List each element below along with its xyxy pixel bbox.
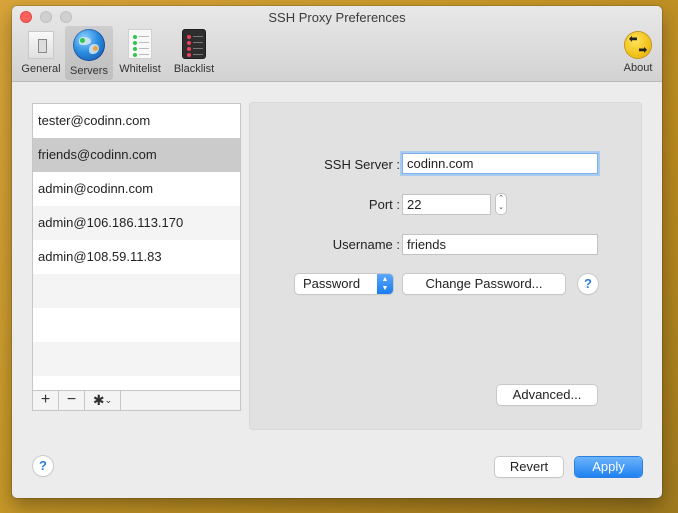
auth-method-select[interactable]: Password ▲ ▼: [295, 274, 393, 294]
username-label: Username :: [332, 237, 400, 252]
server-list[interactable]: tester@codinn.com friends@codinn.com adm…: [32, 103, 241, 411]
tab-blacklist[interactable]: Blacklist: [169, 26, 219, 80]
content-area: tester@codinn.com friends@codinn.com adm…: [12, 83, 662, 498]
chevron-down-icon: ⌄: [104, 395, 113, 405]
list-empty-row: [33, 342, 240, 376]
globe-icon: [73, 29, 105, 61]
tab-servers-label: Servers: [70, 65, 108, 77]
tab-whitelist[interactable]: Whitelist: [115, 26, 165, 80]
remove-server-button[interactable]: −: [59, 391, 85, 410]
apply-button[interactable]: Apply: [575, 457, 642, 477]
updown-chevron-icon: ▲ ▼: [377, 274, 393, 294]
whitelist-icon: [128, 29, 152, 59]
tab-general[interactable]: General: [18, 26, 64, 80]
tab-general-label: General: [21, 63, 61, 75]
auth-method-value: Password: [303, 276, 361, 291]
revert-button[interactable]: Revert: [495, 457, 563, 477]
change-password-button[interactable]: Change Password...: [403, 274, 565, 294]
port-label: Port :: [368, 197, 400, 212]
advanced-button[interactable]: Advanced...: [497, 385, 597, 405]
window-title: SSH Proxy Preferences: [268, 10, 406, 25]
tab-blacklist-label: Blacklist: [173, 63, 215, 75]
list-footer: + − ✱⌄: [33, 390, 240, 410]
list-item-selected[interactable]: friends@codinn.com: [33, 138, 240, 172]
preferences-window: SSH Proxy Preferences General Servers Wh…: [12, 6, 662, 498]
list-empty-row: [33, 274, 240, 308]
username-input[interactable]: [402, 234, 598, 255]
server-detail-panel: SSH Server : Port : ⌃⌄ Username : Passwo…: [249, 102, 642, 430]
list-empty-row: [33, 308, 240, 342]
help-button[interactable]: ?: [33, 456, 53, 476]
blacklist-icon: [182, 29, 206, 59]
tab-whitelist-label: Whitelist: [119, 63, 161, 75]
switch-icon: [28, 31, 54, 59]
ssh-server-input[interactable]: [402, 153, 598, 174]
list-item[interactable]: admin@108.59.11.83: [33, 240, 240, 274]
ssh-server-label: SSH Server :: [324, 157, 400, 172]
titlebar: SSH Proxy Preferences General Servers Wh…: [12, 6, 662, 82]
tab-servers[interactable]: Servers: [65, 26, 113, 80]
help-button-auth[interactable]: ?: [578, 274, 598, 294]
about-label: About: [623, 62, 653, 74]
list-item[interactable]: admin@codinn.com: [33, 172, 240, 206]
list-item[interactable]: tester@codinn.com: [33, 104, 240, 138]
port-input[interactable]: [402, 194, 491, 215]
port-stepper[interactable]: ⌃ ⌄: [495, 193, 507, 215]
about-arrows-icon: ⬅ ➡: [625, 32, 651, 58]
add-server-button[interactable]: +: [33, 391, 59, 410]
gear-icon: ✱: [92, 392, 105, 408]
list-item[interactable]: admin@106.186.113.170: [33, 206, 240, 240]
about-button[interactable]: ⬅ ➡ About: [618, 26, 658, 80]
action-menu-button[interactable]: ✱⌄: [85, 391, 121, 410]
